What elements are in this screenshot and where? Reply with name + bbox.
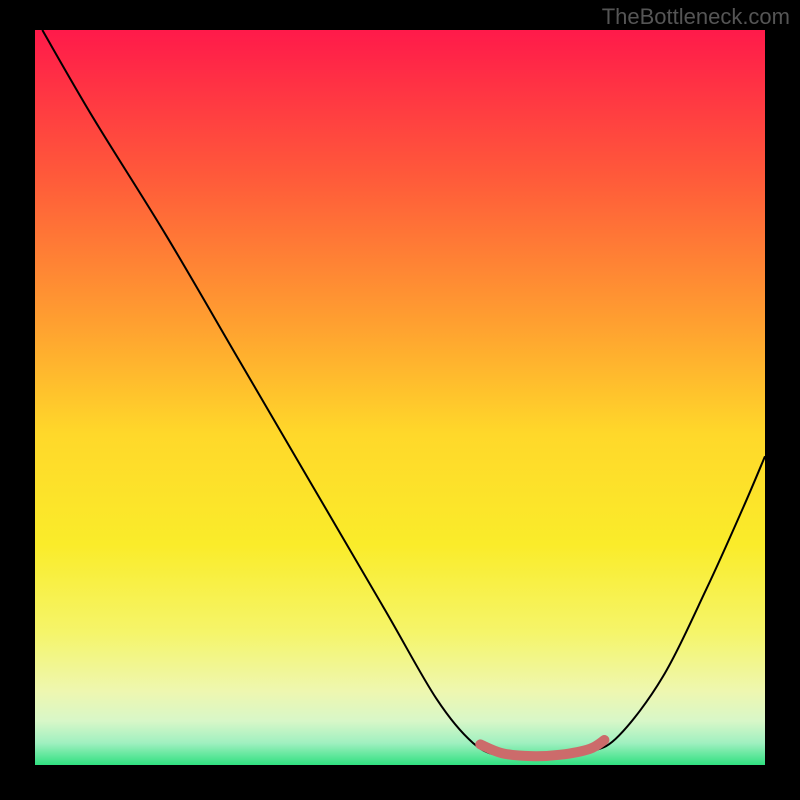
- chart-background: [35, 30, 765, 765]
- watermark-text: TheBottleneck.com: [602, 4, 790, 30]
- chart-plot-area: [35, 30, 765, 765]
- chart-svg: [35, 30, 765, 765]
